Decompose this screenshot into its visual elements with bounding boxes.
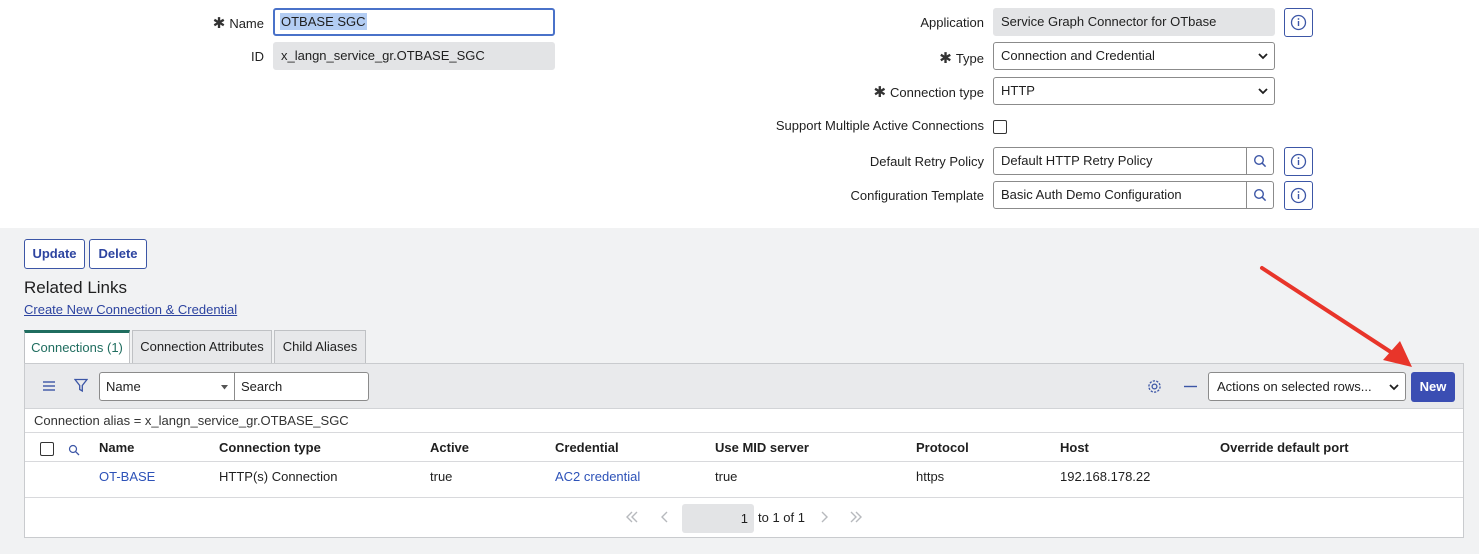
first-page-icon[interactable] [625,511,639,523]
cell-host: 192.168.178.22 [1060,469,1151,484]
column-header-connection-type[interactable]: Connection type [219,440,321,455]
update-button[interactable]: Update [24,239,85,269]
annotation-arrow-icon [1260,266,1412,367]
config-template-input[interactable]: Basic Auth Demo Configuration [993,181,1247,209]
new-button[interactable]: New [1411,372,1455,402]
application-field: Service Graph Connector for OTbase [993,8,1275,36]
select-all-checkbox[interactable] [40,442,54,456]
config-template-info-button[interactable] [1284,181,1313,210]
search-icon [1253,188,1267,202]
name-input[interactable]: OTBASE SGC [273,8,555,36]
tab-connections[interactable]: Connections (1) [24,330,130,363]
prev-page-icon[interactable] [658,511,672,523]
type-label: ✱ Type [939,50,984,67]
list-toolbar: Name Search Actions on selected rows... … [25,364,1463,409]
search-icon[interactable] [68,444,80,456]
column-header-host[interactable]: Host [1060,440,1089,455]
config-template-label: Configuration Template [850,188,984,203]
page-range-text: to 1 of 1 [758,510,805,525]
retry-policy-input[interactable]: Default HTTP Retry Policy [993,147,1247,175]
column-header-credential[interactable]: Credential [555,440,619,455]
related-links-title: Related Links [24,278,128,297]
cell-use-mid: true [715,469,738,484]
retry-policy-info-button[interactable] [1284,147,1313,176]
cell-credential-link[interactable]: AC2 credential [555,469,640,484]
connections-list: Name Search Actions on selected rows... … [24,363,1464,538]
id-label: ID [251,49,264,64]
cell-name-link[interactable]: OT-BASE [99,469,155,484]
chevron-down-icon [1389,384,1399,391]
search-icon [1253,154,1267,168]
connection-type-select[interactable]: HTTP [993,77,1275,105]
cell-connection-type: HTTP(s) Connection [219,469,338,484]
column-header-protocol[interactable]: Protocol [916,440,969,455]
chevron-down-icon [1258,88,1268,95]
support-multiple-label: Support Multiple Active Connections [775,118,984,133]
actions-select[interactable]: Actions on selected rows... [1208,372,1406,401]
connection-type-label: ✱ Connection type [873,84,984,101]
application-label: Application [920,15,984,30]
tab-child-aliases[interactable]: Child Aliases [274,330,366,363]
info-icon [1290,14,1307,31]
tab-connection-attributes[interactable]: Connection Attributes [132,330,272,363]
minus-icon[interactable] [1184,385,1197,388]
application-info-button[interactable] [1284,8,1313,37]
type-select[interactable]: Connection and Credential [993,42,1275,70]
list-search-input[interactable]: Search [234,372,369,401]
id-field: x_langn_service_gr.OTBASE_SGC [273,42,555,70]
required-icon: ✱ [939,50,952,67]
retry-policy-label: Default Retry Policy [869,154,984,169]
search-field-select[interactable]: Name [99,372,235,401]
caret-down-icon [221,385,228,390]
column-header-active[interactable]: Active [430,440,469,455]
column-header-override-default-port[interactable]: Override default port [1220,440,1349,455]
required-icon: ✱ [212,15,226,32]
support-multiple-checkbox[interactable] [993,120,1007,134]
page-number-input[interactable]: 1 [682,504,754,533]
required-icon: ✱ [873,84,887,101]
list-header-divider [25,432,1463,433]
cell-active: true [430,469,453,484]
info-icon [1290,187,1307,204]
filter-icon[interactable] [74,378,88,393]
filter-breadcrumb: Connection alias = x_langn_service_gr.OT… [34,413,349,428]
column-header-use-mid-server[interactable]: Use MID server [715,440,809,455]
name-label: ✱ Name [212,15,264,32]
cell-protocol: https [916,469,945,484]
config-template-lookup-button[interactable] [1246,181,1274,209]
info-icon [1290,153,1307,170]
gear-icon[interactable] [1147,379,1162,394]
row-divider [25,461,1463,462]
last-page-icon[interactable] [849,511,863,523]
delete-button[interactable]: Delete [89,239,147,269]
chevron-down-icon [1258,53,1268,60]
create-connection-link[interactable]: Create New Connection & Credential [24,302,237,317]
retry-policy-lookup-button[interactable] [1246,147,1274,175]
next-page-icon[interactable] [817,511,831,523]
list-menu-icon[interactable] [42,380,56,392]
column-header-name[interactable]: Name [99,440,134,455]
row-divider [25,497,1463,498]
